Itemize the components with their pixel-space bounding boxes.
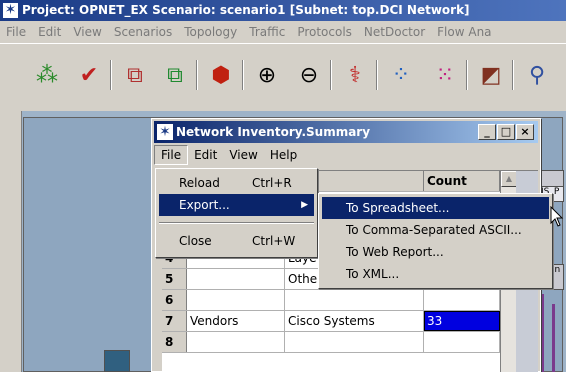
zoom-in-icon[interactable]: ⊕ (250, 58, 284, 92)
antenna-icon[interactable]: ⚲ (520, 58, 554, 92)
main-toolbar: ⁂ ✔ ⧉ ⧉ ⬢ ⊕ ⊖ ⚕ ⁘ ⁙ ◩ ⚲ (0, 43, 566, 111)
export-submenu: To Spreadsheet... To Comma-Separated ASC… (318, 193, 553, 289)
close-label: Close (179, 234, 212, 248)
zoom-out-icon[interactable]: ⊖ (292, 58, 326, 92)
category-cell[interactable] (187, 332, 285, 352)
main-menu-scenarios[interactable]: Scenarios (108, 25, 178, 39)
toolbar-separator (376, 60, 378, 90)
type-cell[interactable] (285, 290, 424, 310)
network-node[interactable] (104, 350, 130, 372)
config-compare-icon[interactable]: ⧉ (158, 58, 192, 92)
menu-item-to-spreadsheet[interactable]: To Spreadsheet... (322, 197, 549, 219)
menu-item-close[interactable]: Close Ctrl+W (159, 230, 314, 252)
topology-icon[interactable]: ⁂ (30, 58, 64, 92)
doctor-icon[interactable]: ⚕ (338, 58, 372, 92)
menu-separator (159, 222, 314, 224)
menu-item-export[interactable]: Export... ▶ (159, 194, 314, 216)
shield-icon[interactable]: ⬢ (204, 58, 238, 92)
scroll-up-arrow-icon[interactable]: ▲ (501, 171, 517, 187)
config-icon[interactable]: ⧉ (118, 58, 152, 92)
toolbar-separator (512, 60, 514, 90)
export-label: Export... (179, 198, 230, 212)
dialog-menu-view[interactable]: View (223, 145, 263, 165)
category-cell[interactable] (187, 269, 285, 289)
select-icon[interactable]: ⁘ (384, 58, 418, 92)
close-button[interactable]: × (516, 124, 534, 140)
count-cell-selected[interactable]: 33 (424, 311, 500, 331)
opnet-app-icon: ✶ (3, 2, 18, 18)
dialog-menu-edit[interactable]: Edit (188, 145, 223, 165)
dialog-app-icon: ✶ (157, 124, 173, 140)
main-window-title: ✶ Project: OPNET_EX Scenario: scenario1 … (0, 0, 566, 21)
category-cell[interactable] (187, 290, 285, 310)
check-icon[interactable]: ✔ (72, 58, 106, 92)
toolbar-separator (242, 60, 244, 90)
table-row[interactable]: 7 Vendors Cisco Systems 33 (162, 311, 538, 332)
workspace-left-panel (0, 111, 22, 372)
table-row[interactable]: 6 (162, 290, 538, 311)
main-menu-flow-analysis[interactable]: Flow Ana (431, 25, 497, 39)
toolbar-separator (466, 60, 468, 90)
menu-item-reload[interactable]: Reload Ctrl+R (159, 172, 314, 194)
main-menu-traffic[interactable]: Traffic (243, 25, 291, 39)
minimize-button[interactable]: _ (478, 124, 496, 140)
count-cell[interactable] (424, 290, 500, 310)
close-shortcut: Ctrl+W (252, 234, 296, 248)
category-cell[interactable]: Vendors (187, 311, 285, 331)
file-menu: Reload Ctrl+R Export... ▶ Close Ctrl+W (155, 168, 318, 258)
main-menu-bar: File Edit View Scenarios Topology Traffi… (0, 21, 566, 43)
row-number: 6 (162, 290, 187, 310)
main-menu-edit[interactable]: Edit (32, 25, 67, 39)
submenu-arrow-icon: ▶ (301, 200, 308, 210)
network-link[interactable] (552, 304, 555, 372)
toolbar-separator (110, 60, 112, 90)
deselect-icon[interactable]: ⁙ (428, 58, 462, 92)
type-cell[interactable] (285, 332, 424, 352)
reload-shortcut: Ctrl+R (252, 176, 292, 190)
dialog-menu-file[interactable]: File (154, 145, 189, 165)
row-number: 8 (162, 332, 187, 352)
main-menu-protocols[interactable]: Protocols (291, 25, 358, 39)
main-menu-file[interactable]: File (0, 25, 32, 39)
mouse-cursor-icon (550, 206, 564, 227)
toolbar-separator (196, 60, 198, 90)
main-menu-view[interactable]: View (67, 25, 107, 39)
menu-item-to-xml[interactable]: To XML... (322, 263, 549, 285)
dialog-title: Network Inventory.Summary (176, 125, 371, 139)
maximize-button[interactable]: □ (497, 124, 515, 140)
main-menu-netdoctor[interactable]: NetDoctor (358, 25, 431, 39)
dialog-menu-bar: File Edit View Help (154, 145, 538, 165)
dialog-menu-help[interactable]: Help (264, 145, 303, 165)
type-cell[interactable]: Cisco Systems (285, 311, 424, 331)
toolbar-separator (330, 60, 332, 90)
main-menu-topology[interactable]: Topology (178, 25, 243, 39)
row-number: 5 (162, 269, 187, 289)
main-window-title-text: Project: OPNET_EX Scenario: scenario1 [S… (22, 3, 470, 17)
count-column-header[interactable]: Count (424, 171, 500, 191)
reload-label: Reload (179, 176, 220, 190)
menu-item-to-web-report[interactable]: To Web Report... (322, 241, 549, 263)
table-row[interactable]: 8 (162, 332, 538, 353)
chart-icon[interactable]: ◩ (474, 58, 508, 92)
menu-item-to-csv[interactable]: To Comma-Separated ASCII... (322, 219, 549, 241)
row-number: 7 (162, 311, 187, 331)
dialog-title-bar[interactable]: ✶ Network Inventory.Summary _ □ × (154, 121, 538, 143)
count-cell[interactable] (424, 332, 500, 352)
